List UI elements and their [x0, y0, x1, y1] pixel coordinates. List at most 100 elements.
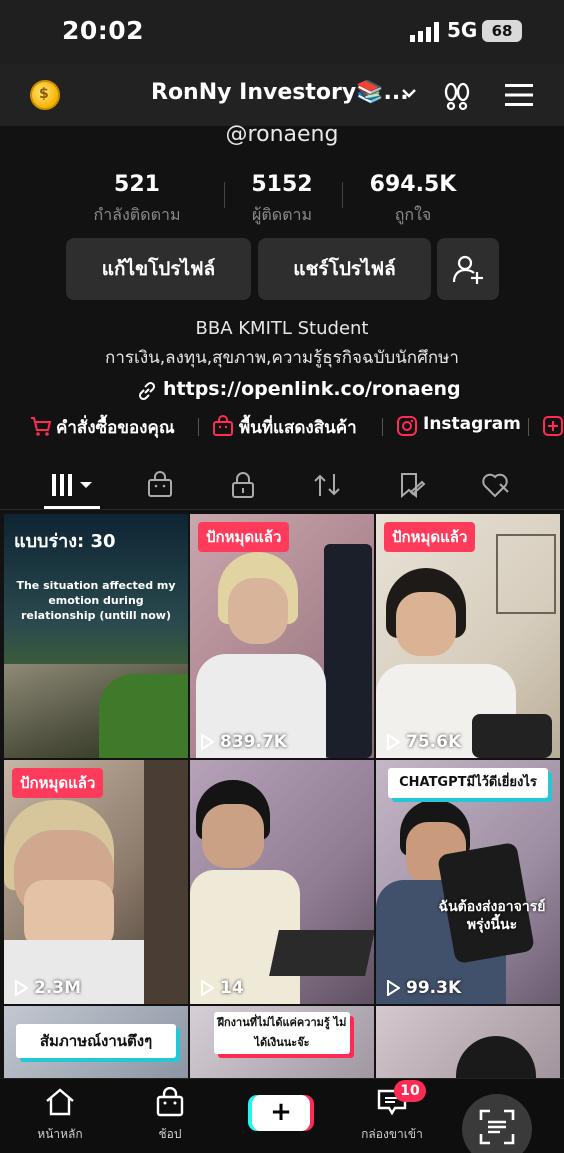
create-button[interactable]: + [252, 1095, 310, 1131]
video-thumbnail[interactable]: แบบร่าง: 30 The situation affected my em… [4, 514, 188, 758]
signal-icon [410, 22, 439, 42]
thumb-scene [144, 760, 188, 1004]
menu-icon[interactable] [504, 83, 534, 107]
stat-followers-value: 5152 [251, 172, 313, 197]
lock-icon[interactable] [228, 470, 258, 500]
thumb-scene [496, 534, 556, 614]
profile-screen: 20:02 5G 68 $ RonNy Investory📚... @ronae [0, 0, 564, 1153]
add-link-icon[interactable] [542, 415, 564, 437]
stat-likes-value: 694.5K [369, 172, 457, 197]
stat-followers-label: ผู้ติดตาม [251, 205, 313, 224]
video-thumbnail[interactable]: สัมภาษณ์งานตึงๆ [4, 1006, 188, 1082]
profile-header: $ RonNy Investory📚... [0, 64, 564, 126]
stat-likes-label: ถูกใจ [394, 205, 432, 224]
video-thumbnail[interactable]: ปักหมุดแล้ว 75.6K [376, 514, 560, 758]
footprint-icon[interactable] [442, 81, 472, 111]
pinned-badge: ปักหมุดแล้ว [198, 522, 290, 552]
video-title: สัมภาษณ์งานตึงๆ [16, 1024, 176, 1058]
video-title: ฝึกงานที่ไม่ได้แค่ความรู้ ไม่ได้เงินนะจ๊… [214, 1012, 350, 1054]
videos-grid-icon[interactable] [50, 470, 96, 500]
active-tab-indicator [44, 506, 100, 509]
view-count-value: 839.7K [220, 732, 287, 752]
divider [198, 418, 199, 436]
nav-shop-label: ช้อป [158, 1127, 182, 1141]
coin-glyph: $ [39, 86, 49, 102]
video-thumbnail[interactable]: CHATGPTมีไว้ดีเยี่ยงไร ฉันต้องส่งอาจารย์… [376, 760, 560, 1004]
bio-line-2: การเงิน,ลงทุน,สุขภาพ,ความรู้ธุรกิจฉบับนั… [105, 348, 459, 368]
battery-indicator: 68 [482, 20, 522, 42]
bio-line-1: BBA KMITL Student [195, 318, 369, 339]
divider [382, 418, 383, 436]
thumb-scene [324, 544, 372, 758]
thumb-scene [228, 578, 288, 644]
play-icon [387, 734, 400, 750]
edit-profile-button[interactable]: แก้ไขโปรไฟล์ [66, 238, 251, 300]
profile-handle: @ronaeng [225, 122, 339, 147]
home-icon [46, 1088, 74, 1116]
orders-link[interactable]: คำสั่งซื้อของคุณ [56, 414, 175, 440]
favorites-icon[interactable] [396, 470, 426, 500]
video-thumbnail[interactable]: ปักหมุดแล้ว 839.7K [190, 514, 374, 758]
video-thumbnail[interactable] [376, 1006, 560, 1082]
profile-tabs [0, 458, 564, 510]
thumb-scene [99, 674, 188, 758]
video-thumbnail[interactable]: ฝึกงานที่ไม่ได้แค่ความรู้ ไม่ได้เงินนะจ๊… [190, 1006, 374, 1082]
view-count-value: 14 [220, 978, 244, 998]
coin-icon[interactable]: $ [30, 80, 60, 110]
share-profile-button[interactable]: แชร์โปรไฟล์ [258, 238, 431, 300]
pinned-badge: ปักหมุดแล้ว [12, 768, 104, 798]
add-friend-button[interactable] [437, 238, 499, 300]
view-count-value: 2.3M [34, 978, 82, 998]
play-icon [201, 980, 214, 996]
inbox-badge: 10 [394, 1080, 426, 1102]
video-title: CHATGPTมีไว้ดีเยี่ยงไร [388, 768, 548, 798]
cart-icon [31, 417, 52, 436]
shop-bag-icon [213, 415, 233, 436]
video-grid: แบบร่าง: 30 The situation affected my em… [0, 512, 564, 1082]
video-thumbnail[interactable]: ปักหมุดแล้ว 2.3M [4, 760, 188, 1004]
showcase-link[interactable]: พื้นที่แสดงสินค้า [239, 414, 357, 440]
play-icon [201, 734, 214, 750]
view-count-value: 75.6K [406, 732, 462, 752]
shop-icon [156, 1086, 184, 1117]
nav-inbox-label: กล่องขาเข้า [361, 1127, 423, 1141]
play-icon [387, 980, 400, 996]
view-count-value: 99.3K [406, 978, 462, 998]
stat-following[interactable]: 521 กำลังติดตาม [72, 172, 202, 228]
status-bar: 20:02 5G 68 [0, 0, 564, 64]
stat-followers[interactable]: 5152 ผู้ติดตาม [217, 172, 347, 228]
instagram-icon [397, 416, 417, 436]
thumb-scene [202, 804, 264, 868]
shop-tab-icon[interactable] [145, 470, 175, 500]
account-switcher[interactable]: RonNy Investory📚... [151, 80, 409, 105]
thumb-scene [472, 714, 552, 758]
nav-home-label: หน้าหลัก [37, 1127, 83, 1141]
stat-following-label: กำลังติดตาม [93, 205, 181, 224]
pinned-badge: ปักหมุดแล้ว [384, 522, 476, 552]
add-user-icon [452, 255, 483, 284]
thumb-scene [269, 930, 374, 976]
video-caption: The situation affected my emotion during… [16, 579, 176, 622]
play-icon [15, 980, 28, 996]
thumb-scene [456, 1036, 536, 1082]
video-thumbnail[interactable]: 14 [190, 760, 374, 1004]
scan-icon [479, 1109, 515, 1145]
draft-label: แบบร่าง: 30 [14, 531, 116, 552]
nav-shop[interactable]: ช้อป [130, 1086, 210, 1144]
stat-likes[interactable]: 694.5K ถูกใจ [348, 172, 478, 228]
view-count: 99.3K [386, 978, 461, 998]
nav-home[interactable]: หน้าหลัก [20, 1087, 100, 1144]
stat-following-value: 521 [114, 172, 160, 197]
liked-icon[interactable] [480, 470, 510, 500]
profile-link[interactable]: https://openlink.co/ronaeng [163, 378, 461, 400]
view-count: 14 [200, 978, 244, 998]
network-type: 5G [447, 18, 478, 42]
video-subtitle: ฉันต้องส่งอาจารย์พรุ่งนี้นะ [438, 899, 546, 933]
chevron-down-icon[interactable] [400, 84, 418, 102]
stat-divider [342, 182, 343, 208]
thumb-scene [396, 592, 456, 656]
repost-icon[interactable] [312, 470, 342, 500]
divider [528, 418, 529, 436]
instagram-link[interactable]: Instagram [423, 414, 521, 440]
status-time: 20:02 [62, 16, 145, 45]
